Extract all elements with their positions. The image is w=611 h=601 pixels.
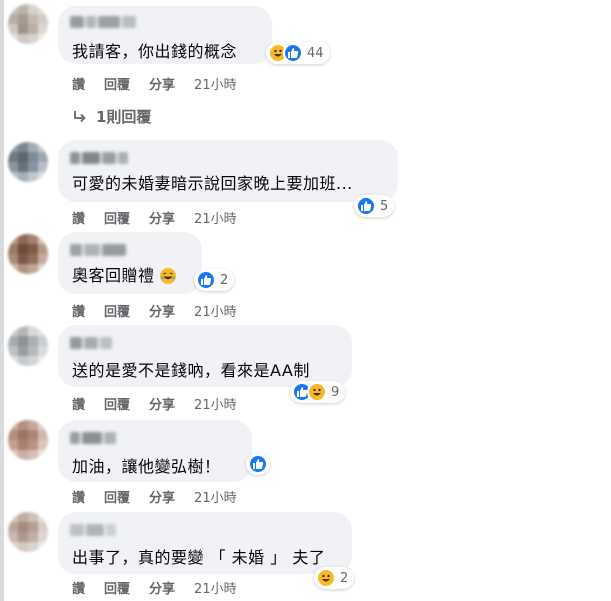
- like-icon: [248, 454, 268, 474]
- reaction-summary[interactable]: 2: [314, 567, 355, 589]
- author-name[interactable]: [70, 429, 140, 444]
- share-button[interactable]: 分享: [149, 394, 175, 413]
- like-icon: [196, 270, 216, 290]
- comment-text: 加油，讓他變弘樹！: [72, 457, 221, 476]
- view-replies-label: 1則回覆: [96, 108, 152, 126]
- author-name[interactable]: [70, 149, 140, 164]
- reaction-summary[interactable]: 2: [194, 269, 235, 291]
- comment-text: 我請客，你出錢的概念: [72, 42, 238, 61]
- comment-actions: 讚 回覆 分享 21小時: [72, 74, 237, 93]
- comment-text: 奧客回贈禮: [72, 262, 177, 286]
- reply-button[interactable]: 回覆: [104, 74, 130, 93]
- reply-arrow-icon: [74, 110, 86, 122]
- reaction-count: 5: [380, 198, 389, 214]
- comment-bubble: 加油，讓他變弘樹！: [58, 420, 252, 482]
- comment-text: 出事了，真的要變 「 未婚 」 夫了: [72, 548, 326, 567]
- comment-bubble: 出事了，真的要變 「 未婚 」 夫了: [58, 512, 352, 574]
- reply-button[interactable]: 回覆: [104, 394, 130, 413]
- timestamp[interactable]: 21小時: [194, 208, 237, 227]
- comment-text: 送的是愛不是錢吶，看來是AA制: [72, 361, 310, 380]
- reaction-summary[interactable]: 9: [290, 381, 346, 403]
- reply-button[interactable]: 回覆: [104, 578, 130, 597]
- like-button[interactable]: 讚: [72, 301, 85, 320]
- reaction-summary[interactable]: 44: [266, 42, 330, 64]
- share-button[interactable]: 分享: [149, 578, 175, 597]
- like-button[interactable]: 讚: [72, 74, 85, 93]
- like-button[interactable]: 讚: [72, 487, 85, 506]
- author-name[interactable]: [70, 241, 140, 256]
- like-icon: [356, 196, 376, 216]
- comment-bubble: 奧客回贈禮: [58, 232, 202, 294]
- share-button[interactable]: 分享: [149, 74, 175, 93]
- haha-emoji-icon: [160, 268, 177, 284]
- comment-actions: 讚 回覆 分享 21小時: [72, 578, 237, 597]
- comment-text: 可愛的未婚妻暗示說回家晚上要加班...: [72, 174, 353, 193]
- comment-bubble: 送的是愛不是錢吶，看來是AA制: [58, 325, 352, 387]
- share-button[interactable]: 分享: [149, 301, 175, 320]
- view-replies-link[interactable]: 1則回覆: [72, 106, 151, 127]
- author-name[interactable]: [70, 521, 140, 536]
- comment-bubble: 可愛的未婚妻暗示說回家晚上要加班...: [58, 140, 398, 202]
- comment-actions: 讚 回覆 分享 21小時: [72, 208, 237, 227]
- reply-button[interactable]: 回覆: [104, 208, 130, 227]
- avatar[interactable]: [8, 420, 48, 460]
- reaction-count: 44: [307, 45, 324, 61]
- share-button[interactable]: 分享: [149, 487, 175, 506]
- timestamp[interactable]: 21小時: [194, 301, 237, 320]
- avatar[interactable]: [8, 142, 48, 182]
- share-button[interactable]: 分享: [149, 208, 175, 227]
- timestamp[interactable]: 21小時: [194, 74, 237, 93]
- like-button[interactable]: 讚: [72, 208, 85, 227]
- reaction-summary[interactable]: 5: [354, 195, 395, 217]
- like-icon: [283, 43, 303, 63]
- timestamp[interactable]: 21小時: [194, 394, 237, 413]
- reaction-summary[interactable]: [246, 453, 270, 475]
- timestamp[interactable]: 21小時: [194, 578, 237, 597]
- like-button[interactable]: 讚: [72, 394, 85, 413]
- avatar[interactable]: [8, 326, 48, 366]
- comment-actions: 讚 回覆 分享 21小時: [72, 394, 237, 413]
- haha-icon: [307, 382, 327, 402]
- comment-actions: 讚 回覆 分享 21小時: [72, 301, 237, 320]
- haha-icon: [316, 568, 336, 588]
- reaction-count: 9: [331, 384, 340, 400]
- author-name[interactable]: [70, 13, 140, 28]
- timestamp[interactable]: 21小時: [194, 487, 237, 506]
- comment-text-label: 奧客回贈禮: [72, 266, 155, 285]
- reply-button[interactable]: 回覆: [104, 487, 130, 506]
- reaction-count: 2: [340, 570, 349, 586]
- avatar[interactable]: [8, 234, 48, 274]
- author-name[interactable]: [70, 334, 140, 349]
- reply-button[interactable]: 回覆: [104, 301, 130, 320]
- avatar[interactable]: [8, 4, 48, 44]
- comment-actions: 讚 回覆 分享 21小時: [72, 487, 237, 506]
- reaction-count: 2: [220, 272, 229, 288]
- thread-line: [0, 0, 4, 601]
- comment-bubble: 我請客，你出錢的概念: [58, 6, 272, 64]
- avatar[interactable]: [8, 512, 48, 552]
- like-button[interactable]: 讚: [72, 578, 85, 597]
